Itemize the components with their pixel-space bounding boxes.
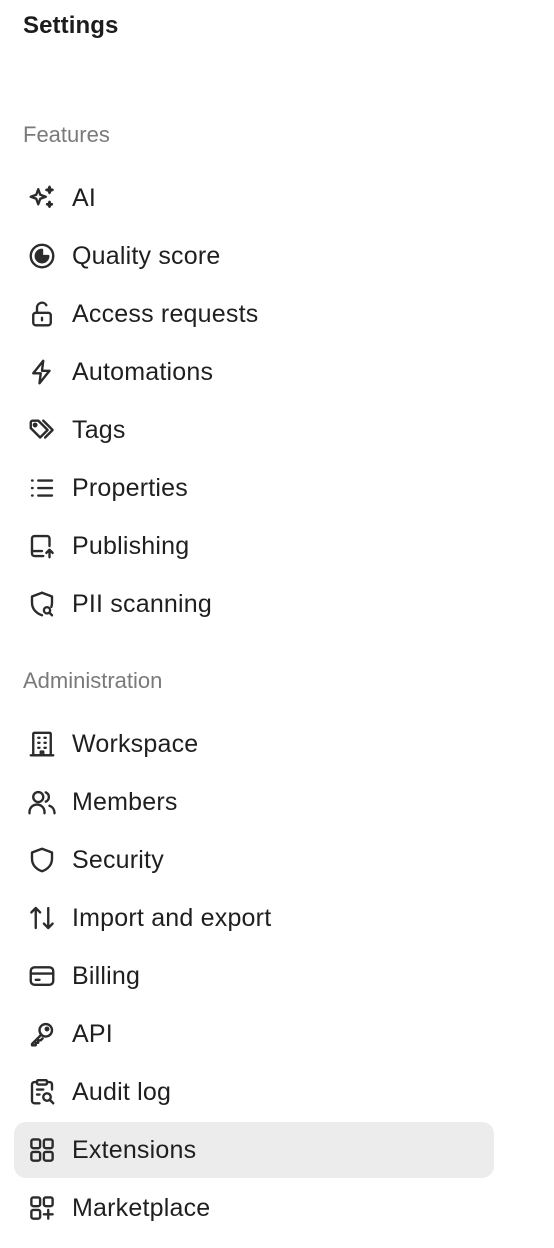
sidebar-item-label: Access requests: [72, 300, 259, 328]
shield-icon: [27, 845, 57, 875]
sidebar-item-publishing[interactable]: Publishing: [14, 518, 494, 574]
settings-sidebar: Settings Features AI Quality score Acces…: [0, 0, 554, 1248]
quality-gauge-icon: [27, 241, 57, 271]
sidebar-item-label: Properties: [72, 474, 188, 502]
section-label-administration: Administration: [23, 668, 163, 693]
users-icon: [27, 787, 57, 817]
sidebar-item-label: Security: [72, 846, 164, 874]
grid-icon: [27, 1135, 57, 1165]
building-icon: [27, 729, 57, 759]
sidebar-item-billing[interactable]: Billing: [14, 948, 494, 1004]
section-label-features: Features: [23, 122, 110, 147]
sidebar-item-quality-score[interactable]: Quality score: [14, 228, 494, 284]
sidebar-item-label: Publishing: [72, 532, 190, 560]
shield-search-icon: [27, 589, 57, 619]
sidebar-item-label: AI: [72, 184, 97, 212]
sidebar-item-label: Workspace: [72, 730, 199, 758]
list-icon: [27, 473, 57, 503]
sidebar-item-pii-scanning[interactable]: PII scanning: [14, 576, 494, 632]
sidebar-item-audit-log[interactable]: Audit log: [14, 1064, 494, 1120]
sidebar-item-label: Import and export: [72, 904, 272, 932]
sidebar-item-access-requests[interactable]: Access requests: [14, 286, 494, 342]
sidebar-item-label: Marketplace: [72, 1194, 211, 1222]
sparkles-icon: [27, 183, 57, 213]
sidebar-item-marketplace[interactable]: Marketplace: [14, 1180, 494, 1236]
sidebar-item-label: Audit log: [72, 1078, 172, 1106]
sidebar-item-tags[interactable]: Tags: [14, 402, 494, 458]
sidebar-item-members[interactable]: Members: [14, 774, 494, 830]
sidebar-item-label: API: [72, 1020, 113, 1048]
sidebar-item-api[interactable]: API: [14, 1006, 494, 1062]
sidebar-item-label: Members: [72, 788, 178, 816]
sidebar-item-label: Quality score: [72, 242, 221, 270]
sidebar-item-properties[interactable]: Properties: [14, 460, 494, 516]
publish-upload-icon: [27, 531, 57, 561]
sidebar-item-label: Automations: [72, 358, 214, 386]
key-icon: [27, 1019, 57, 1049]
sidebar-item-label: Tags: [72, 416, 126, 444]
sidebar-item-label: PII scanning: [72, 590, 212, 618]
page-title: Settings: [23, 12, 119, 39]
sidebar-item-label: Extensions: [72, 1136, 197, 1164]
sidebar-item-automations[interactable]: Automations: [14, 344, 494, 400]
arrows-up-down-icon: [27, 903, 57, 933]
clipboard-search-icon: [27, 1077, 57, 1107]
sidebar-item-import-export[interactable]: Import and export: [14, 890, 494, 946]
sidebar-item-security[interactable]: Security: [14, 832, 494, 888]
sidebar-item-label: Billing: [72, 962, 141, 990]
lightning-icon: [27, 357, 57, 387]
sidebar-item-extensions[interactable]: Extensions: [14, 1122, 494, 1178]
grid-plus-icon: [27, 1193, 57, 1223]
sidebar-item-ai[interactable]: AI: [14, 170, 494, 226]
tags-icon: [27, 415, 57, 445]
unlock-icon: [27, 299, 57, 329]
credit-card-icon: [27, 961, 57, 991]
sidebar-item-workspace[interactable]: Workspace: [14, 716, 494, 772]
